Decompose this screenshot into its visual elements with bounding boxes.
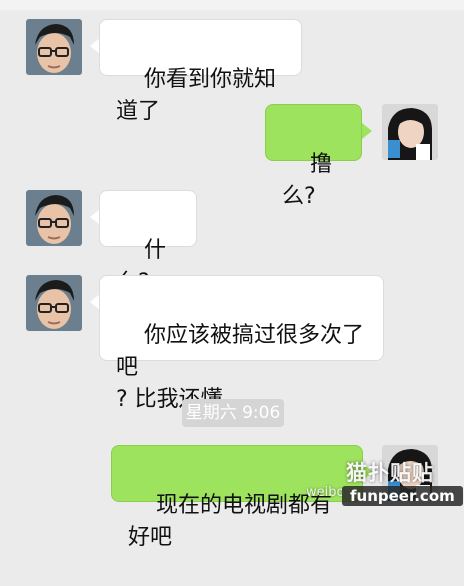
chat-window: 你看到你就知道了 撸么? 什么?	[0, 0, 464, 550]
message-bubble-received[interactable]: 你看到你就知道了	[99, 19, 302, 124]
message-bubble-received[interactable]: 什么?	[99, 190, 197, 295]
message-text: 撸么?	[282, 152, 332, 209]
avatar-boy[interactable]	[26, 275, 82, 331]
watermark-site: funpeer.com	[342, 486, 463, 506]
top-bar	[0, 0, 464, 10]
message-bubble-received[interactable]: 你应该被搞过很多次了吧 ? 比我还懂	[99, 275, 384, 412]
boy-glasses-avatar-icon	[26, 275, 82, 331]
watermark-weibo: weibo	[306, 485, 345, 500]
avatar-boy[interactable]	[26, 19, 82, 75]
boy-glasses-avatar-icon	[26, 19, 82, 75]
message-bubble-sent[interactable]: 撸么?	[265, 104, 362, 209]
timestamp-badge: 星期六 9:06	[182, 399, 284, 427]
bubble-tail	[362, 123, 372, 139]
message-text: 现在的电视剧都有好吧	[128, 493, 332, 550]
avatar-girl[interactable]	[382, 104, 438, 160]
watermark-logo: 猫扑贴贴	[346, 461, 434, 485]
girl-avatar-icon	[382, 104, 438, 160]
boy-glasses-avatar-icon	[26, 190, 82, 246]
message-text: 你看到你就知道了	[116, 67, 276, 124]
avatar-boy[interactable]	[26, 190, 82, 246]
